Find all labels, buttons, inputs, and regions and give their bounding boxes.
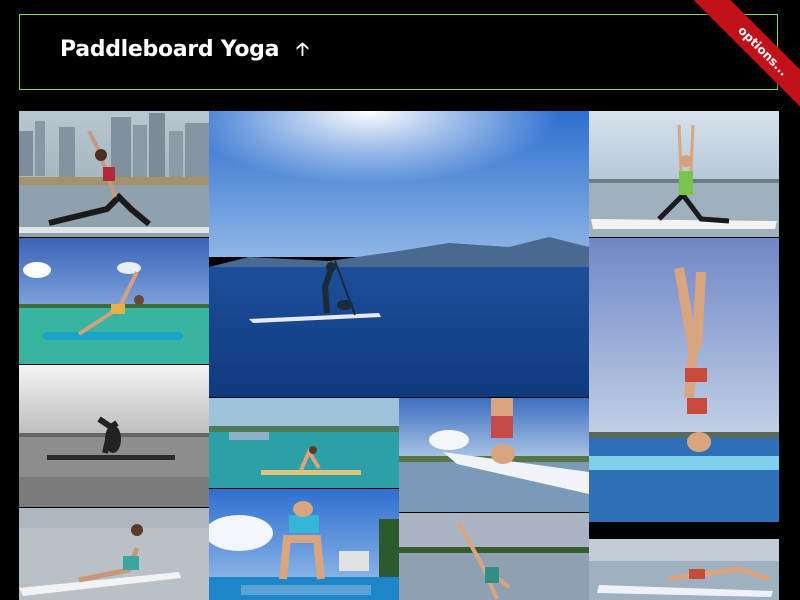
photo-center-paddler[interactable]: [209, 111, 589, 397]
photo-icon: [19, 111, 209, 237]
page-title[interactable]: Paddleboard Yoga: [60, 37, 279, 62]
photo-icon: [589, 539, 779, 600]
photo-icon: [589, 111, 779, 237]
photo-side-plank[interactable]: [19, 238, 209, 364]
photo-tall-headstand[interactable]: [589, 238, 779, 522]
photo-backbend[interactable]: [209, 489, 399, 600]
header-bar: Paddleboard Yoga 🡡: [19, 14, 778, 90]
photo-city-lunge[interactable]: [19, 111, 209, 237]
photo-icon: [209, 489, 399, 600]
photo-icon: [589, 238, 779, 522]
photo-icon: [209, 398, 399, 488]
photo-arms-up-lunge[interactable]: [589, 111, 779, 237]
arrow-up-icon[interactable]: 🡡: [296, 37, 309, 67]
photo-icon: [19, 508, 209, 600]
photo-turquoise-pose[interactable]: [209, 398, 399, 488]
photo-plank[interactable]: [589, 539, 779, 600]
photo-icon: [19, 238, 209, 364]
photo-headstand-closeup[interactable]: [399, 398, 589, 512]
photo-icon: [19, 365, 209, 507]
photo-icon: [399, 398, 589, 512]
photo-cartwheel[interactable]: [399, 513, 589, 600]
photo-bw-seated[interactable]: [19, 508, 209, 600]
photo-icon: [399, 513, 589, 600]
photo-bw-headstand[interactable]: [19, 365, 209, 507]
photo-grid: [19, 111, 779, 600]
photo-icon: [209, 111, 589, 397]
options-ribbon-label[interactable]: options...: [693, 0, 800, 121]
